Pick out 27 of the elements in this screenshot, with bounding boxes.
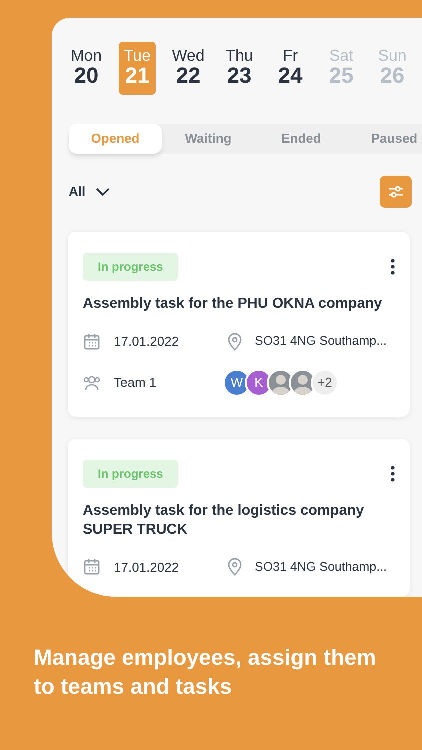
task-card[interactable]: In progress Assembly task for the logistics company SUPER TRUCK 17.01.2022 SO31 4NG Southamp... bbox=[68, 438, 410, 597]
location-pin-icon bbox=[228, 332, 242, 351]
more-options-icon[interactable] bbox=[391, 259, 395, 275]
team-name: Team 1 bbox=[114, 374, 157, 392]
status-badge: In progress bbox=[83, 460, 178, 488]
task-date: 17.01.2022 bbox=[114, 333, 180, 351]
more-options-icon[interactable] bbox=[391, 466, 395, 482]
caption: Manage employees, assign them to teams and tasks bbox=[33, 644, 378, 701]
task-address: SO31 4NG Southamp... bbox=[255, 333, 388, 350]
day-item[interactable]: Fr 24 bbox=[272, 42, 309, 95]
task-title: Assembly task for the PHU OKNA company bbox=[83, 295, 384, 314]
day-item[interactable]: Thu 23 bbox=[221, 42, 258, 95]
task-title: Assembly task for the logistics company SUPER TRUCK bbox=[83, 502, 366, 540]
day-item[interactable]: Wed 22 bbox=[170, 42, 207, 95]
chevron-down-icon bbox=[96, 188, 110, 196]
task-date: 17.01.2022 bbox=[114, 558, 180, 576]
people-icon bbox=[83, 374, 101, 390]
status-badge: In progress bbox=[83, 253, 178, 281]
filter-dropdown[interactable]: All bbox=[69, 182, 110, 202]
calendar-icon bbox=[83, 332, 101, 351]
location-pin-icon bbox=[228, 558, 242, 576]
more-members-badge: +2 bbox=[311, 368, 339, 396]
day-item[interactable]: Mon 20 bbox=[68, 42, 105, 95]
task-address: SO31 4NG Southamp... bbox=[255, 558, 388, 576]
sliders-icon bbox=[388, 185, 404, 199]
task-card[interactable]: In progress Assembly task for the PHU OKNA company 17.01.2022 SO31 4NG Southamp... Team 1 W K +2 bbox=[68, 232, 410, 416]
calendar-icon bbox=[83, 558, 101, 576]
